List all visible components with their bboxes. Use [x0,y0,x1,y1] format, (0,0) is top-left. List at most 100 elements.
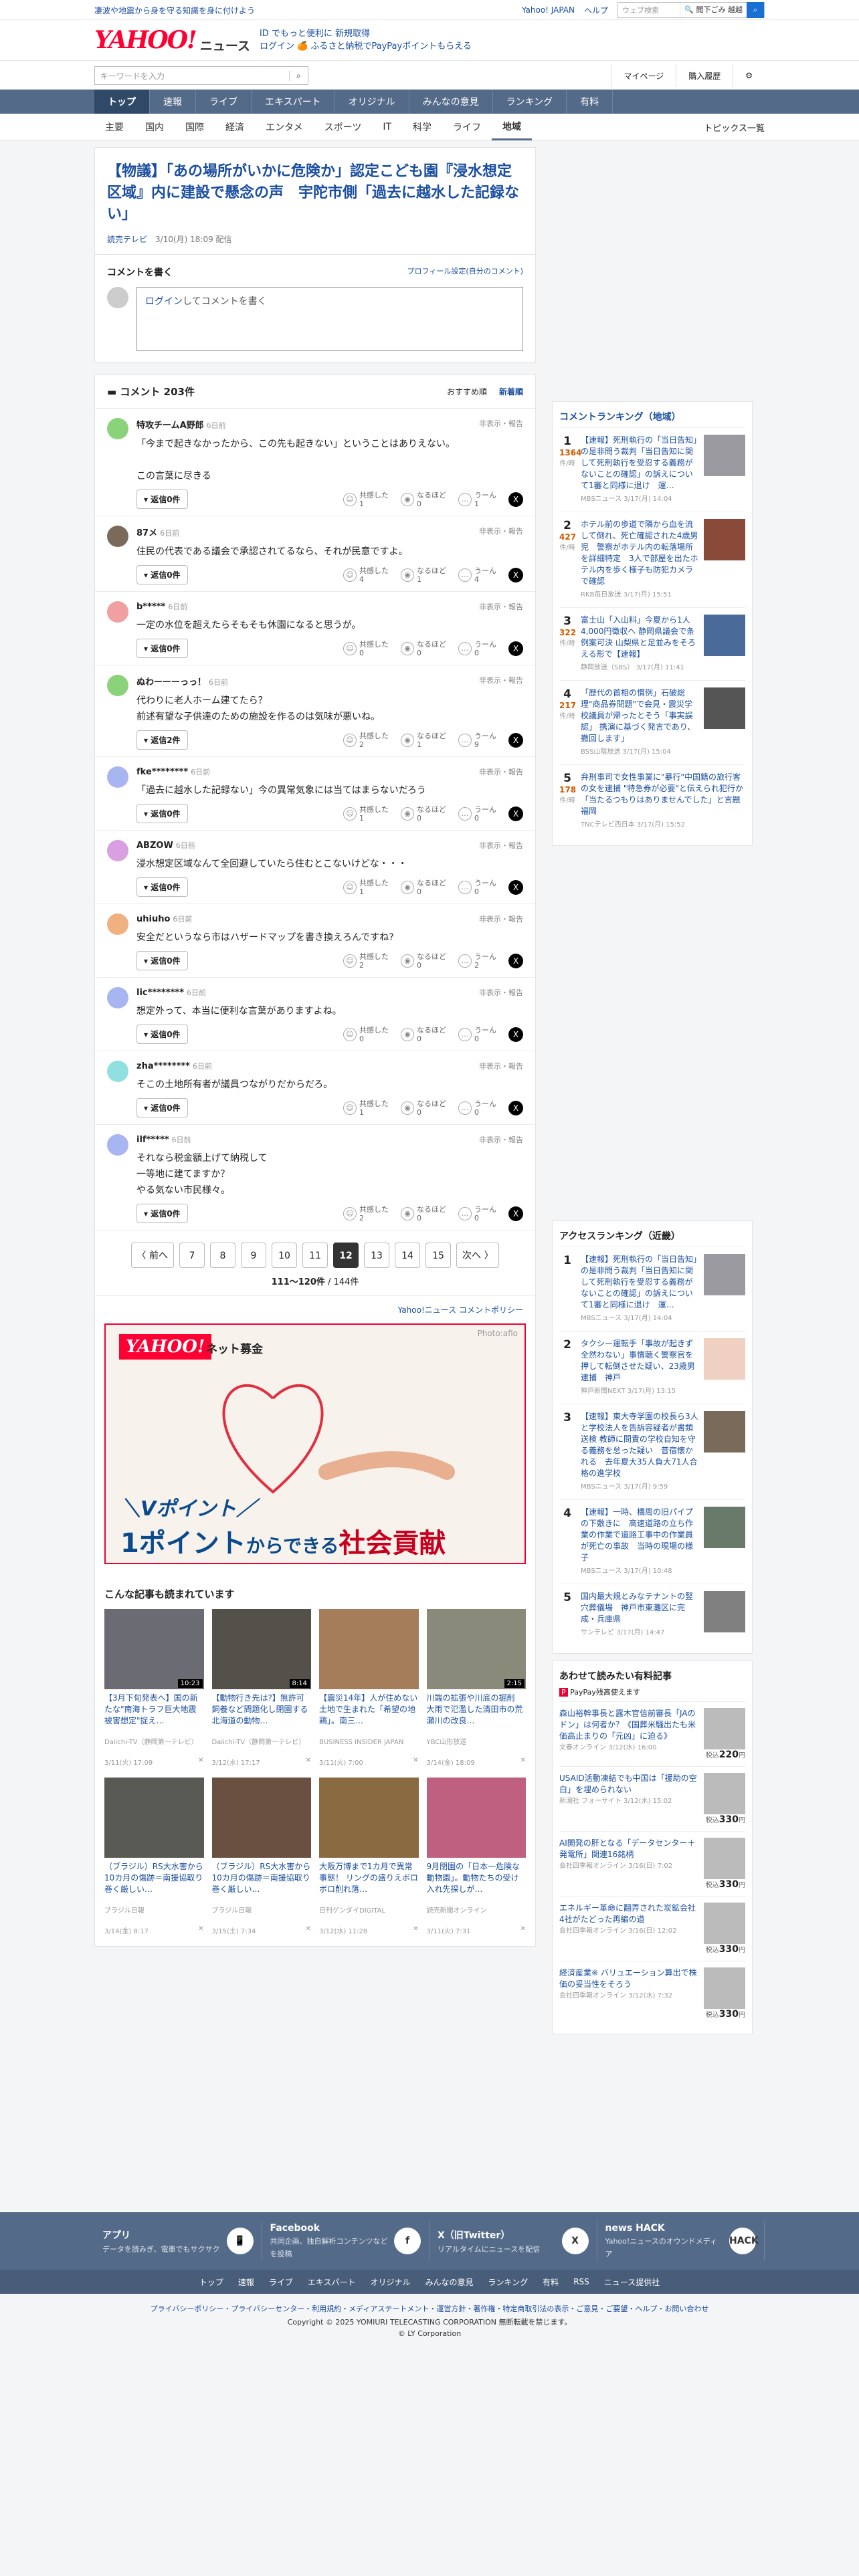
article-title[interactable]: 【動物行き先は?】無許可飼養など問題化し閉園する北海道の動物… [212,1693,312,1738]
article-title[interactable]: （ブラジル）RS大水害から10カ月の傷跡＝南援協取り巻く厳しい… [104,1861,204,1907]
comment-author[interactable]: 特攻チームA野郎 [136,421,204,431]
report-link[interactable]: 非表示・報告 [479,987,523,998]
comment-policy-link[interactable]: Yahoo!ニュース コメントポリシー [95,1295,535,1323]
footer-nav-6[interactable]: ランキング [488,2276,529,2288]
close-icon[interactable]: ✕ [198,1925,203,1935]
close-icon[interactable]: ✕ [413,1925,418,1935]
ranking-title[interactable]: 【速報】死刑執行の「当日告知」の是非問う裁判「当日告知に関して死刑執行を受忍する… [581,435,698,492]
page-13[interactable]: 13 [364,1243,389,1268]
reaction-2[interactable]: … うーん 0 [458,1026,496,1043]
comment-author[interactable]: ぬわーーーっっ！ [136,677,206,687]
reaction-2[interactable]: … うーん 0 [458,879,496,896]
footer-box-2[interactable]: X（旧Twitter） リアルタイムにニュースを配信 X [430,2221,597,2261]
search-icon[interactable]: ⌕ [289,70,308,81]
reaction-2[interactable]: … うーん 2 [458,952,496,970]
reaction-2[interactable]: … うーん 1 [458,491,496,508]
reply-button[interactable]: ▾ 返信0件 [136,639,188,658]
sort-new[interactable]: 新着順 [499,386,523,397]
reaction-0[interactable]: ☺ 共感した 1 [343,1099,389,1117]
subnav-item-1[interactable]: 国内 [134,114,175,140]
related-article[interactable]: 9月閉園の「日本一危険な動物園」。動物たちの受け入れ先探しが… 読売新聞オンライン… [426,1778,527,1935]
gnav-item-3[interactable]: エキスパート [252,90,335,114]
keyword-search[interactable]: キーワードを入力 ⌕ [94,66,308,85]
yahoo-logo[interactable]: YAHOO! ニュース [94,26,250,54]
related-article[interactable]: 2:15 川端の拡張や川底の掘削 大雨で氾濫した清田市の荒瀬川の改良… YBC山形放… [426,1609,526,1767]
comment-author[interactable]: 87メ [136,528,157,538]
reaction-1[interactable]: ◉ なるほど 1 [401,732,446,749]
reaction-0[interactable]: ☺ 共感した 4 [343,566,389,584]
subnav-item-4[interactable]: エンタメ [255,114,314,140]
ranking-title[interactable]: 弁刑事司で女性事業に"暴行"中国籍の旅行客の女を逮捕 "特急券が必要"と伝えられ… [581,772,749,817]
close-icon[interactable]: ✕ [520,1757,526,1767]
reaction-1[interactable]: ◉ なるほど 0 [401,879,446,896]
reaction-2[interactable]: … うーん 0 [458,805,496,823]
page-9[interactable]: 9 [241,1243,266,1268]
page-11[interactable]: 11 [302,1243,328,1268]
ranking-item[interactable]: 4 217 件/時 「歴代の首相の慣例」石破総理"商品券問題"で会見・震災学校議員が帰… [559,680,745,764]
close-icon[interactable]: ✕ [413,1757,418,1767]
paid-title[interactable]: 経済産業※ バリュエーション算出で株価の妥当性をそろう [559,1967,698,1990]
comment-author[interactable]: ilf***** [136,1135,169,1145]
ranking-item[interactable]: 2 タクシー運転手「事故が起きず全然わない」事情聴く警察官を押して転倒させた疑い、… [559,1331,745,1404]
ranking-title[interactable]: タクシー運転手「事故が起きず全然わない」事情聴く警察官を押して転倒させた疑い、2… [581,1338,698,1384]
ranking-item[interactable]: 5 178 件/時 弁刑事司で女性事業に"暴行"中国籍の旅行客の女を逮捕 "特急券が必… [559,764,749,837]
report-link[interactable]: 非表示・報告 [479,1061,523,1071]
ranking-item[interactable]: 5 国内最大規とみなテナントの竪穴葬儀場 神戸市東灘区に完成・兵庫県 サンテレビ 3… [559,1584,745,1645]
page-15[interactable]: 15 [425,1243,451,1268]
ranking-title[interactable]: 「歴代の首相の慣例」石破総理"商品券問題"で会見・震災学校議員が帰ったとそう「事… [581,687,698,744]
related-article[interactable]: 10:23 【3月下旬発表へ】国の新たな"南海トラフ巨大地震被害想定"捉え… Dai… [104,1609,204,1767]
related-article[interactable]: 8:14 【動物行き先は?】無許可飼養など問題化し閉園する北海道の動物… Daiic… [211,1609,312,1767]
topics-list-link[interactable]: トピックス一覧 [704,114,765,140]
article-title[interactable]: 9月閉園の「日本一危険な動物園」。動物たちの受け入れ先探しが… [427,1861,527,1907]
avatar[interactable] [107,840,128,861]
reply-button[interactable]: ▾ 返信0件 [136,804,188,823]
reaction-2[interactable]: … うーん 0 [458,1099,496,1117]
reaction-0[interactable]: ☺ 共感した 2 [343,1205,389,1222]
comment-author[interactable]: ABZOW [136,841,173,851]
subnav-item-5[interactable]: スポーツ [314,114,373,140]
next-page-button[interactable]: 次へ 〉 [456,1243,500,1268]
reaction-1[interactable]: ◉ なるほど 0 [401,805,446,823]
mypage-link[interactable]: マイページ [611,64,676,87]
profile-settings-link[interactable]: プロフィール設定(自分のコメント) [407,265,523,279]
ranking-title[interactable]: 【速報】東大寺学園の校長ら3人と学校法人を告訴容疑者が書類送検 教師に問責の学校… [581,1411,698,1479]
avatar[interactable] [107,1061,128,1082]
comment-textarea[interactable]: ログインしてコメントを書く [136,287,523,351]
close-icon[interactable]: ✕ [306,1757,311,1767]
prev-page-button[interactable]: 〈 前へ [130,1243,174,1268]
reply-button[interactable]: ▾ 返信0件 [136,1098,188,1117]
signup-link[interactable]: ID でもっと便利に 新規取得 [260,27,472,40]
ad-banner[interactable]: YAHOO! ネット募金 Photo:afio ＼Vポイント／ 1ポイントからで… [104,1323,526,1564]
history-link[interactable]: 購入履歴 [676,64,733,87]
article-title[interactable]: 大阪万博まで1カ月で異常事態！ リングの盛りえボロボロ削れ落… [319,1861,419,1907]
login-link[interactable]: ログイン [145,296,183,307]
x-share-icon[interactable]: X [508,732,523,748]
x-share-icon[interactable]: X [508,953,523,968]
report-link[interactable]: 非表示・報告 [479,601,523,612]
related-article[interactable]: （ブラジル）RS大水害から10カ月の傷跡＝南援協取り巻く厳しい… ブラジル日報 3/… [211,1778,311,1935]
subnav-item-8[interactable]: ライフ [442,114,492,140]
page-7[interactable]: 7 [179,1243,205,1268]
web-search-box[interactable]: ウェブ検索 🔍 閲下ごみ 越越 ⌕ [617,2,765,18]
avatar[interactable] [107,601,128,623]
search-icon[interactable]: ⌕ [747,2,764,18]
close-icon[interactable]: ✕ [198,1757,203,1767]
reaction-2[interactable]: … うーん 0 [458,640,496,657]
footer-nav-1[interactable]: 速報 [238,2276,254,2288]
gnav-item-6[interactable]: ランキング [493,90,567,114]
paid-article[interactable]: USAID活動凍結でも中国は「援助の空白」を埋められない 新潮社 フォーサイト 3… [559,1766,745,1831]
ranking-item[interactable]: 1 1364 件/時 【速報】死刑執行の「当日告知」の是非問う裁判「当日告知に関して死… [559,427,745,512]
paid-title[interactable]: エネルギー革命に翻弄された炭鉱会社4社がたどった再編の道 [559,1903,698,1925]
avatar[interactable] [107,987,128,1008]
x-share-icon[interactable]: X [508,879,523,895]
reaction-1[interactable]: ◉ なるほど 0 [401,1026,446,1043]
ranking-item[interactable]: 3 322 件/時 富士山「入山料」今夏から1人4,000円徴収へ 静岡県議会で条例案… [559,607,745,680]
subnav-item-0[interactable]: 主要 [94,114,134,140]
x-share-icon[interactable]: X [508,1206,523,1221]
reaction-0[interactable]: ☺ 共感した 2 [343,952,389,970]
page-10[interactable]: 10 [272,1243,297,1268]
web-search-input[interactable]: ウェブ検索 [618,5,680,15]
footer-links[interactable]: プライバシーポリシー・プライバシーセンター・利用規約・メディアステートメント・運… [0,2303,859,2314]
article-source[interactable]: 読売テレビ [107,235,147,244]
page-12[interactable]: 12 [333,1243,359,1268]
